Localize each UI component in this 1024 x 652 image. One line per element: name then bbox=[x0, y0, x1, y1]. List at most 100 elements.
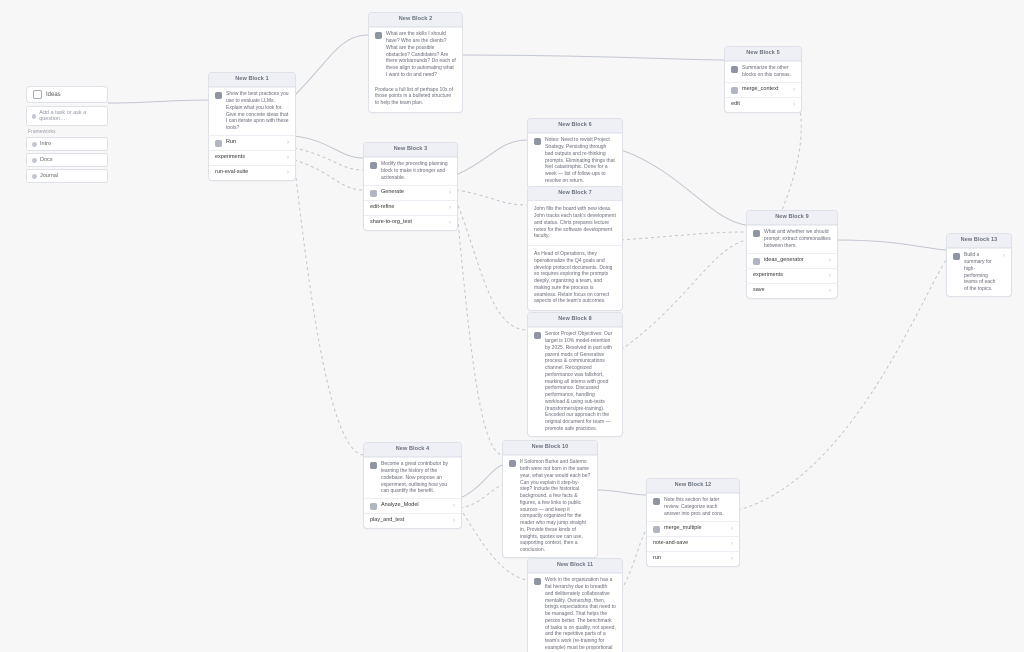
gear-icon bbox=[534, 138, 541, 145]
node-title: New Block 13 bbox=[947, 234, 1011, 248]
node-text: As Head of Operations, they operationali… bbox=[528, 246, 622, 310]
node-block-8[interactable]: New Block 8 Senior Project Objectives: O… bbox=[527, 312, 623, 437]
node-output[interactable]: run› bbox=[647, 551, 739, 566]
chevron-right-icon: › bbox=[451, 517, 455, 525]
node-text: John fills the board with new ideas. Joh… bbox=[528, 201, 622, 245]
chevron-right-icon: › bbox=[729, 540, 733, 548]
spark-icon bbox=[370, 503, 377, 510]
node-action-ideas[interactable]: ideas_generator› bbox=[747, 253, 837, 268]
node-block-3[interactable]: New Block 3 Modify the preceding plannin… bbox=[363, 142, 458, 231]
gear-icon bbox=[215, 92, 222, 99]
node-text: Senior Project Objectives: Our target is… bbox=[545, 331, 616, 432]
node-output[interactable]: edit› bbox=[725, 97, 801, 112]
chevron-right-icon: › bbox=[729, 525, 733, 533]
node-output[interactable]: run-eval-suite› bbox=[209, 165, 295, 180]
node-action-generate[interactable]: Generate› bbox=[364, 185, 457, 200]
chevron-right-icon: › bbox=[791, 101, 795, 109]
node-block-1[interactable]: New Block 1 Show the best practices you … bbox=[208, 72, 296, 181]
chevron-right-icon: › bbox=[791, 86, 795, 94]
doc-icon bbox=[32, 174, 37, 179]
node-block-12[interactable]: New Block 12 Note this section for later… bbox=[646, 478, 740, 567]
gear-icon bbox=[534, 578, 541, 585]
chevron-right-icon: › bbox=[285, 139, 289, 147]
chevron-right-icon: › bbox=[827, 287, 831, 295]
node-title: New Block 12 bbox=[647, 479, 739, 493]
gear-icon bbox=[534, 332, 541, 339]
frameworks-heading: Frameworks bbox=[28, 129, 108, 135]
node-title: New Block 2 bbox=[369, 13, 462, 27]
node-output[interactable]: experiments› bbox=[209, 150, 295, 165]
node-title: New Block 8 bbox=[528, 313, 622, 327]
sidebar-item-intro[interactable]: Intro bbox=[26, 137, 108, 151]
search-icon bbox=[32, 114, 36, 119]
node-block-10[interactable]: New Block 10 If Solomon Burke and Salern… bbox=[502, 440, 598, 558]
node-output[interactable]: play_and_test› bbox=[364, 513, 461, 528]
node-title: New Block 6 bbox=[528, 119, 622, 133]
node-title: New Block 1 bbox=[209, 73, 295, 87]
node-prompt: Modify the preceding planning block to m… bbox=[381, 161, 451, 181]
chevron-right-icon: › bbox=[729, 555, 733, 563]
chevron-right-icon: › bbox=[827, 257, 831, 265]
node-action-analyze[interactable]: Analyze_Model› bbox=[364, 498, 461, 513]
spark-icon bbox=[370, 190, 377, 197]
node-action-run[interactable]: Run› bbox=[209, 135, 295, 150]
gear-icon bbox=[370, 462, 377, 469]
spark-icon bbox=[753, 258, 760, 265]
node-action-merge[interactable]: merge_multiple› bbox=[647, 521, 739, 536]
node-block-6[interactable]: New Block 6 Notes: Need to revisit Proje… bbox=[527, 118, 623, 189]
search-placeholder: Add a task or ask a question… bbox=[39, 110, 102, 122]
node-action-merge[interactable]: merge_context› bbox=[725, 82, 801, 97]
node-title: New Block 5 bbox=[725, 47, 801, 61]
node-output[interactable]: save› bbox=[747, 283, 837, 298]
gear-icon bbox=[509, 460, 516, 467]
node-title: New Block 4 bbox=[364, 443, 461, 457]
node-text: Produce a full list of perhaps 10x of th… bbox=[369, 82, 462, 112]
node-title: New Block 10 bbox=[503, 441, 597, 455]
gear-icon bbox=[731, 66, 738, 73]
doc-icon bbox=[32, 158, 37, 163]
search-input[interactable]: Add a task or ask a question… bbox=[26, 106, 108, 126]
node-block-4[interactable]: New Block 4 Become a great contributor b… bbox=[363, 442, 462, 529]
home-card[interactable]: Ideas bbox=[26, 86, 108, 103]
gear-icon bbox=[953, 253, 960, 260]
node-block-9[interactable]: New Block 9 What and whether we should p… bbox=[746, 210, 838, 299]
node-block-7[interactable]: New Block 7 John fills the board with ne… bbox=[527, 186, 623, 311]
node-block-2[interactable]: New Block 2 What are the skills I should… bbox=[368, 12, 463, 113]
node-output[interactable]: edit-refine› bbox=[364, 200, 457, 215]
node-block-5[interactable]: New Block 5 Summarize the other blocks o… bbox=[724, 46, 802, 113]
home-icon bbox=[33, 90, 42, 99]
node-output[interactable]: experiments› bbox=[747, 268, 837, 283]
spark-icon bbox=[215, 140, 222, 147]
gear-icon bbox=[753, 230, 760, 237]
chevron-right-icon: › bbox=[447, 189, 451, 197]
chevron-right-icon: › bbox=[285, 154, 289, 162]
sidebar: Ideas Add a task or ask a question… Fram… bbox=[26, 86, 108, 185]
gear-icon bbox=[370, 162, 377, 169]
node-prompt: Show the best practices you use to evalu… bbox=[226, 91, 289, 132]
node-prompt: Note this section for later review. Cate… bbox=[664, 497, 733, 517]
canvas[interactable]: Ideas Add a task or ask a question… Fram… bbox=[0, 0, 1024, 652]
node-output[interactable]: note-and-save› bbox=[647, 536, 739, 551]
sidebar-item-docs[interactable]: Docs bbox=[26, 153, 108, 167]
node-prompt: What and whether we should prompt; extra… bbox=[764, 229, 831, 249]
node-prompt: Become a great contributor by learning t… bbox=[381, 461, 455, 495]
node-title: New Block 11 bbox=[528, 559, 622, 573]
spark-icon bbox=[731, 87, 738, 94]
chevron-right-icon: › bbox=[827, 272, 831, 280]
node-title: New Block 3 bbox=[364, 143, 457, 157]
sidebar-item-journal[interactable]: Journal bbox=[26, 169, 108, 183]
chevron-right-icon: › bbox=[447, 204, 451, 212]
node-block-13[interactable]: New Block 13 Build a summary for high-pe… bbox=[946, 233, 1012, 297]
home-label: Ideas bbox=[46, 92, 61, 98]
gear-icon bbox=[375, 32, 382, 39]
node-block-11[interactable]: New Block 11 Work in the organization ha… bbox=[527, 558, 623, 652]
node-output[interactable]: share-to-org_test› bbox=[364, 215, 457, 230]
node-prompt: Build a summary for high-performing team… bbox=[964, 252, 997, 293]
spark-icon bbox=[653, 526, 660, 533]
node-text: Work in the organization has a flat hier… bbox=[545, 577, 616, 652]
node-text: Notes: Need to revisit Project Strategy.… bbox=[545, 137, 616, 184]
chevron-right-icon: › bbox=[447, 219, 451, 227]
chevron-right-icon: › bbox=[451, 502, 455, 510]
chevron-right-icon: › bbox=[285, 169, 289, 177]
node-text: What are the skills I should have? Who a… bbox=[386, 31, 456, 78]
